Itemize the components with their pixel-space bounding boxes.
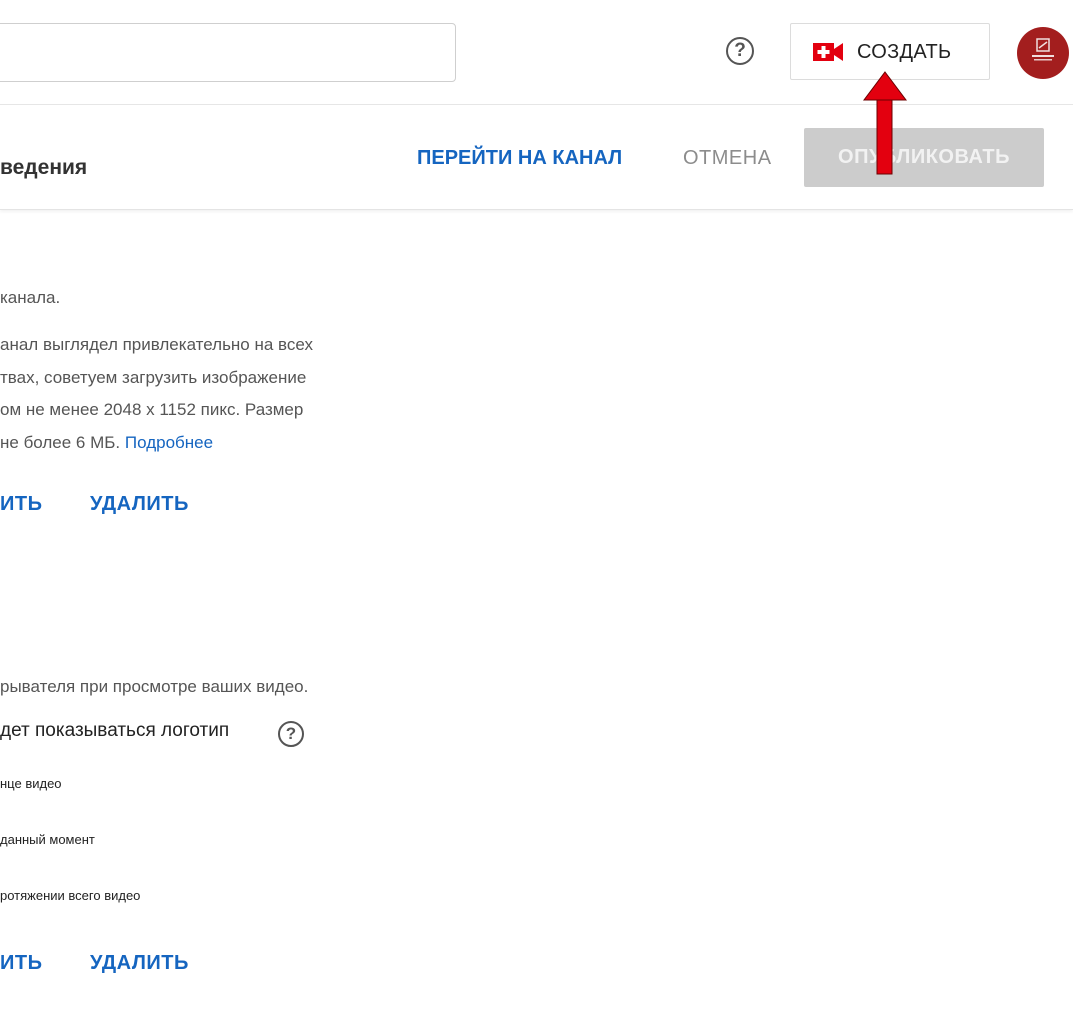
goto-channel-link[interactable]: ПЕРЕЙТИ НА КАНАЛ [417,147,622,170]
search-input[interactable] [0,23,456,82]
page-title: ведения [0,156,88,179]
banner-delete-button[interactable]: УДАЛИТЬ [90,493,189,516]
watermark-description: рывателя при просмотре ваших видео. [0,677,309,696]
watermark-change-button[interactable]: ИТЬ [0,952,42,975]
banner-description-line-5: не более 6 МБ. Подробнее [0,433,213,453]
display-time-label: дет показываться логотип [0,720,230,741]
video-camera-plus-icon [813,43,843,61]
banner-size-text: не более 6 МБ. [0,433,125,452]
annotation-arrow-icon [863,71,907,175]
banner-description-line-2: анал выглядел привлекательно на всех [0,335,313,354]
banner-description-line-4: ом не менее 2048 x 1152 пикс. Размер [0,400,304,419]
avatar[interactable] [1017,27,1069,79]
help-icon[interactable]: ? [726,37,754,65]
banner-change-button[interactable]: ИТЬ [0,493,42,516]
banner-description-line-1: канала. [0,288,61,307]
watermark-delete-button[interactable]: УДАЛИТЬ [90,952,189,975]
option-entire-video[interactable]: ротяжении всего видео [0,888,140,903]
channel-customization-bar: ведения ПЕРЕЙТИ НА КАНАЛ ОТМЕНА ОПУБЛИКО… [0,105,1073,210]
help-icon[interactable]: ? [278,721,304,747]
top-bar: ? СОЗДАТЬ [0,0,1073,105]
option-custom-start-time[interactable]: данный момент [0,832,95,847]
learn-more-link[interactable]: Подробнее [125,433,213,452]
publish-button[interactable]: ОПУБЛИКОВАТЬ [804,128,1044,187]
cancel-button[interactable]: ОТМЕНА [683,147,772,170]
create-label: СОЗДАТЬ [857,41,952,63]
banner-description-line-3: твах, советуем загрузить изображение [0,368,307,387]
channel-logo-icon [1032,38,1054,61]
option-end-of-video[interactable]: нце видео [0,776,62,791]
